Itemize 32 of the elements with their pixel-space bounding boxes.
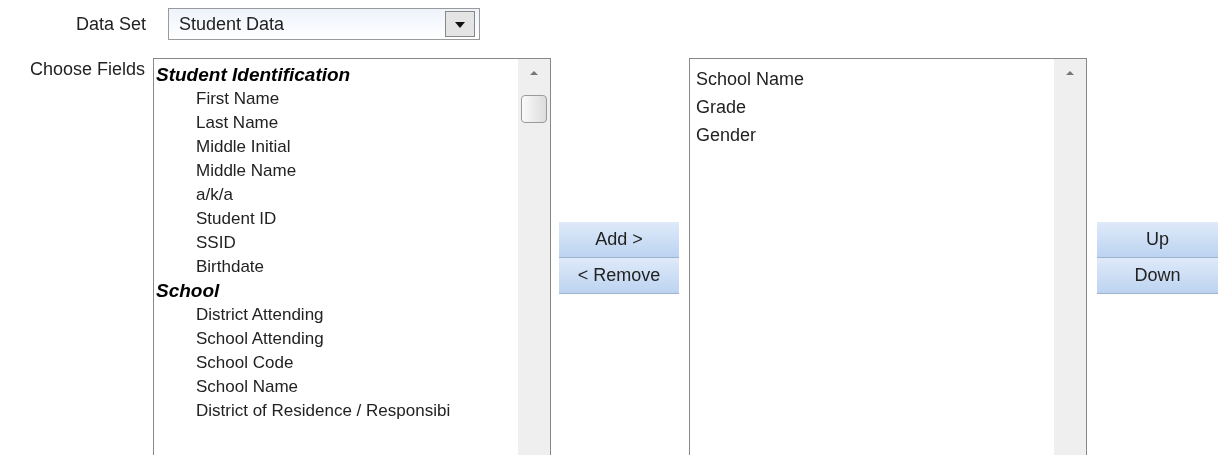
field-item[interactable]: Birthdate [156,255,518,279]
scrollbar[interactable] [1054,59,1086,455]
remove-button[interactable]: < Remove [559,258,679,294]
selected-field-item[interactable]: Gender [696,121,1054,149]
field-item[interactable]: a/k/a [156,183,518,207]
down-button[interactable]: Down [1097,258,1218,294]
field-item[interactable]: Middle Name [156,159,518,183]
selected-field-item[interactable]: School Name [696,65,1054,93]
field-item[interactable]: District Attending [156,303,518,327]
field-item[interactable]: Student ID [156,207,518,231]
scrollbar-thumb[interactable] [521,95,547,123]
scrollbar[interactable] [518,59,550,455]
data-set-dropdown[interactable]: Student Data [168,8,480,40]
data-set-label: Data Set [74,12,146,36]
scroll-up-icon[interactable] [1064,69,1076,77]
group-header: School [156,279,221,303]
field-item[interactable]: School Attending [156,327,518,351]
scroll-up-icon[interactable] [528,69,540,77]
field-item[interactable]: Middle Initial [156,135,518,159]
field-item[interactable]: District of Residence / Responsibi [156,399,518,423]
up-button[interactable]: Up [1097,222,1218,258]
field-item[interactable]: School Name [156,375,518,399]
choose-fields-label: Choose Fields [28,58,145,81]
field-item[interactable]: SSID [156,231,518,255]
group-header: Student Identification [156,63,352,87]
field-item[interactable]: School Code [156,351,518,375]
selected-field-item[interactable]: Grade [696,93,1054,121]
selected-fields-list[interactable]: School Name Grade Gender [689,58,1087,455]
available-fields-list[interactable] [153,58,551,455]
field-item[interactable]: First Name [156,87,518,111]
add-button[interactable]: Add > [559,222,679,258]
field-item[interactable]: Last Name [156,111,518,135]
